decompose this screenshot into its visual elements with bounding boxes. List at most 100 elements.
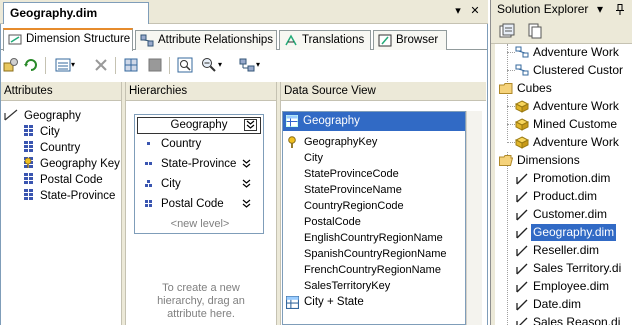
hierarchy-box[interactable]: Geography Country State-Province City Po… xyxy=(134,114,264,234)
tree-item-label: Promotion.dim xyxy=(533,171,611,185)
tab-attribute-relationships[interactable]: Attribute Relationships xyxy=(135,30,277,50)
toolbar-separator xyxy=(45,57,46,74)
attribute-item[interactable]: State-Province xyxy=(24,188,115,204)
level-label: Postal Code xyxy=(161,198,224,210)
dimension-structure-icon xyxy=(8,34,22,45)
dsv-column[interactable]: StateProvinceCode xyxy=(304,166,399,182)
list-view-dropdown-icon[interactable]: ▾ xyxy=(71,57,79,73)
cube-icon xyxy=(515,136,529,149)
attribute-icon xyxy=(24,140,33,152)
dsv-column[interactable]: City xyxy=(304,150,323,166)
attribute-root[interactable]: Geography xyxy=(4,108,81,124)
dsv-column[interactable]: PostalCode xyxy=(304,214,361,230)
hint-line: To create a new xyxy=(162,282,240,294)
data-source-view-icon xyxy=(515,46,529,58)
process-icon[interactable] xyxy=(3,57,19,73)
dimension-icon xyxy=(516,299,528,311)
tree-item-label: Adventure Work xyxy=(533,135,619,149)
window-position-icon[interactable]: ▾ xyxy=(597,0,603,19)
named-calculation-icon xyxy=(286,296,299,309)
close-document-icon[interactable]: ✕ xyxy=(468,4,482,18)
delete-icon[interactable] xyxy=(93,57,109,73)
tree-item-label: Reseller.dim xyxy=(533,243,600,257)
primary-key-icon xyxy=(288,136,296,148)
tab-translations[interactable]: Translations xyxy=(279,30,371,50)
properties-icon[interactable] xyxy=(499,23,515,39)
chevron-double-down-icon xyxy=(242,179,251,188)
tab-label: Translations xyxy=(302,34,365,46)
dimension-icon xyxy=(516,191,528,203)
refresh-icon[interactable] xyxy=(23,57,39,73)
tab-dimension-structure[interactable]: Dimension Structure xyxy=(3,28,133,51)
level-1-icon xyxy=(147,142,150,145)
tree-item-label: Adventure Work xyxy=(533,45,619,59)
attributes-pane-header: Attributes xyxy=(1,82,121,101)
collapse-hierarchy-icon[interactable] xyxy=(244,119,257,131)
dsv-column[interactable]: GeographyKey xyxy=(304,134,377,150)
solution-explorer-title: Solution Explorer ▾ xyxy=(491,0,632,19)
zoom-icon[interactable] xyxy=(201,57,217,73)
tree-item-label: Adventure Work xyxy=(533,99,619,113)
dsv-table-title[interactable]: Geography xyxy=(283,112,465,131)
dsv-table-name: Geography xyxy=(303,115,360,127)
tree-item-label: Sales Reason.di xyxy=(533,315,621,325)
tree-guide xyxy=(507,52,515,53)
dsv-column[interactable]: StateProvinceName xyxy=(304,182,402,198)
show-list-view-icon[interactable] xyxy=(55,57,71,73)
tab-label: Attribute Relationships xyxy=(158,34,274,46)
solution-explorer-toolbar xyxy=(491,19,632,44)
tab-label: Dimension Structure xyxy=(26,33,131,45)
tree-guide xyxy=(507,70,515,71)
level-2-icon xyxy=(145,162,152,165)
attribute-icon xyxy=(24,124,33,136)
dsv-column[interactable]: CountryRegionCode xyxy=(304,198,404,214)
attribute-label: Country xyxy=(40,142,81,154)
hide-grid-icon[interactable] xyxy=(147,57,163,73)
table-icon xyxy=(286,115,298,127)
dsv-column[interactable]: FrenchCountryRegionName xyxy=(304,262,441,278)
attribute-label: City xyxy=(40,126,60,138)
attribute-icon xyxy=(24,172,33,184)
hierarchy-level[interactable]: Postal Code xyxy=(141,196,261,212)
dimension-icon xyxy=(516,317,528,325)
dsv-column[interactable]: SalesTerritoryKey xyxy=(304,278,390,294)
dimension-icon xyxy=(516,209,528,221)
show-grid-icon[interactable] xyxy=(123,57,139,73)
tree-item-label: Employee.dim xyxy=(533,279,610,293)
attribute-item[interactable]: Geography Key xyxy=(24,156,120,172)
tree-item-label: Clustered Custor xyxy=(533,63,624,77)
solution-explorer-title-label: Solution Explorer xyxy=(497,2,589,16)
show-all-files-icon[interactable] xyxy=(527,23,543,39)
document-tab[interactable]: Geography.dim [Design] xyxy=(3,2,149,40)
chevron-double-down-icon xyxy=(246,120,255,129)
key-attribute-icon xyxy=(24,156,33,168)
dsv-named-calculation[interactable]: City + State xyxy=(304,294,364,310)
dsv-scrollbar[interactable] xyxy=(466,111,482,325)
attribute-label: Geography Key xyxy=(40,158,120,170)
new-level-placeholder[interactable]: <new level> xyxy=(135,218,265,230)
hierarchy-title[interactable]: Geography xyxy=(137,117,261,134)
dsv-table-geography[interactable]: Geography GeographyKey City StateProvinc… xyxy=(282,111,466,325)
attribute-item[interactable]: Country xyxy=(24,140,80,156)
attribute-item[interactable]: City xyxy=(24,124,60,140)
tree-item-label: Sales Territory.di xyxy=(533,261,622,275)
hierarchy-level[interactable]: City xyxy=(141,176,261,192)
pin-icon[interactable] xyxy=(615,4,625,15)
tree-item-label: Customer.dim xyxy=(533,207,608,221)
hierarchy-level[interactable]: State-Province xyxy=(141,156,261,172)
zoom-to-fit-icon[interactable] xyxy=(177,57,193,73)
toolbar-separator xyxy=(169,57,170,74)
zoom-dropdown-icon[interactable]: ▾ xyxy=(218,57,226,73)
dimension-icon xyxy=(516,263,528,275)
data-source-view-icon xyxy=(515,64,529,76)
attribute-icon xyxy=(24,188,33,200)
tab-browser[interactable]: Browser xyxy=(373,30,447,50)
window-list-dropdown-icon[interactable]: ▾ xyxy=(451,4,465,18)
attribute-item[interactable]: Postal Code xyxy=(24,172,103,188)
arrange-dropdown-icon[interactable]: ▾ xyxy=(256,57,264,73)
dsv-column[interactable]: EnglishCountryRegionName xyxy=(304,230,443,246)
dsv-column[interactable]: SpanishCountryRegionName xyxy=(304,246,446,262)
hierarchy-level[interactable]: Country xyxy=(141,136,261,152)
tree-item-label: Product.dim xyxy=(533,189,598,203)
arrange-tables-icon[interactable] xyxy=(239,57,255,73)
